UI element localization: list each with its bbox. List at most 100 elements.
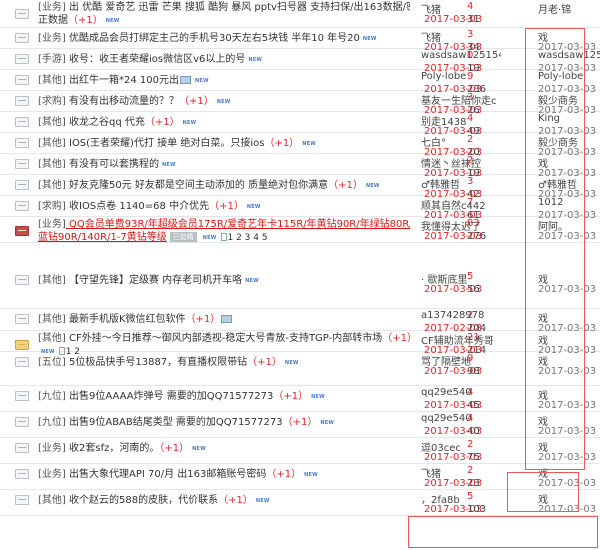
new-badge: NEW — [194, 78, 209, 84]
thread-row[interactable]: [九位] 出售9位ABAB结尾类型 需要的加QQ71577273（+1） NEW q… — [0, 412, 600, 438]
new-badge: NEW — [320, 420, 335, 426]
thread-row[interactable]: [求购] 有没有出移动流量的？？（+1） NEW 基友一生陪你走c 2017-03-0… — [0, 91, 600, 116]
topic-icon — [15, 33, 29, 43]
thread-title-line: [其他] 收龙之谷qq 代充（+1） NEW — [38, 116, 410, 130]
thread-row[interactable]: [其他] 有没有可以套携程的 NEW 情迷丶丝袜控 2017-03-03 2 19 戏 201… — [0, 154, 600, 179]
thread-category[interactable]: [其他] — [38, 275, 66, 286]
thread-title-link[interactable]: 【守望先锋】定级赛 内存老司机开车咯 — [66, 275, 242, 286]
thread-title-link[interactable]: 蓝钻90R/140R/1-7黄钻等级 — [38, 232, 167, 243]
thread-title-link[interactable]: 正数据 — [38, 15, 68, 26]
new-badge: NEW — [192, 446, 206, 452]
thread-row[interactable]: [其他] IOS(王者荣耀)代打 接单 绝对白菜。只接ios（+1） NEW 七白°… — [0, 133, 600, 158]
thread-category[interactable]: [五位] — [38, 357, 66, 368]
thread-row[interactable]: [求购] 收IOS点卷 1140=68 中介优先（+1） NEW 顺其自然c442 2… — [0, 196, 600, 221]
thread-title-line: [其他] 好友克隆50元 好友都是空间主动添加的 质量绝对包你满意（+1） NEW — [38, 179, 410, 193]
thread-title-line: 蓝钻90R/140R/1-7黄钻等级 已加精 NEW 1 2 3 4 5 — [38, 231, 410, 245]
thread-category[interactable]: [其他] — [38, 495, 66, 506]
thread-category[interactable]: [其他] — [38, 75, 66, 86]
thread-row[interactable]: [五位] 5位极品快手号13887，有直播权限带钻（+1） NEW 骂了隔壁地 201… — [0, 352, 600, 386]
topic-icon — [15, 138, 29, 148]
thread-title-line: [五位] 5位极品快手号13887，有直播权限带钻（+1） NEW — [38, 356, 410, 370]
new-badge: NEW — [302, 141, 316, 147]
topic-icon — [15, 201, 29, 211]
rating-plus-badge: （+1） — [247, 357, 282, 368]
thread-category[interactable]: [业务] — [38, 443, 66, 454]
thread-category[interactable]: [其他] — [38, 117, 66, 128]
last-post-author[interactable]: 月老·锦 — [538, 1, 600, 16]
thread-title-link[interactable]: 有没有可以套携程的 — [66, 159, 159, 170]
thread-title-link[interactable]: 好友克隆50元 好友都是空间主动添加的 质量绝对包你满意 — [66, 180, 328, 191]
thread-title-link[interactable]: 出售9位AAAA炸弹号 需要的加QQ71577273 — [66, 391, 273, 402]
reply-count: 4 — [467, 1, 474, 12]
thread-title-link[interactable]: 收IOS点卷 1140=68 中介优先 — [66, 201, 209, 212]
thread-row[interactable]: [九位] 出售9位AAAA炸弹号 需要的加QQ71577273（+1） NEW qq… — [0, 386, 600, 412]
thread-category[interactable]: [其他] — [38, 138, 66, 149]
thread-category[interactable]: [九位] — [38, 417, 66, 428]
folder-icon — [15, 340, 29, 350]
thread-row[interactable]: [其他] 最新手机版K微信红包软件（+1） a137428978 2017-02-0… — [0, 309, 600, 334]
thread-category[interactable]: [业务] — [38, 33, 66, 44]
thread-title-link[interactable]: 优酷成品会员打绑定主己的手机号30天左右5块钱 半年10 年号20 — [66, 33, 360, 44]
thread-row[interactable]: [其他] 收龙之谷qq 代充（+1） NEW 别走1438 2017-03-03 4 49… — [0, 112, 600, 137]
thread-title-link[interactable]: 出售9位ABAB结尾类型 需要的加QQ71577273 — [66, 417, 283, 428]
thread-category[interactable]: [业务] — [38, 469, 66, 480]
thread-title-line: [求购] 有没有出移动流量的？？（+1） NEW — [38, 95, 410, 109]
thread-title-link[interactable]: 有没有出移动流量的？？ — [66, 96, 179, 107]
new-badge: NEW — [216, 99, 231, 105]
thread-title-link[interactable]: QQ会员单费93R/年超级会员175R/爱奇艺年卡115R/年黄钻90R/年绿钻… — [66, 219, 410, 230]
thread-row[interactable]: [手游] 收号：收王者荣耀ios微信区v6以上的号 NEW wasdsaw12515… — [0, 49, 600, 74]
thread-title-link[interactable]: 5位极品快手号13887，有直播权限带钻 — [66, 357, 247, 368]
thread-title-line: [手游] 收号：收王者荣耀ios微信区v6以上的号 NEW — [38, 53, 410, 67]
thread-category[interactable]: [其他] — [38, 314, 66, 325]
topic-icon — [15, 180, 29, 190]
thread-category[interactable]: [九位] — [38, 391, 66, 402]
thread-category[interactable]: [求购] — [38, 201, 66, 212]
thread-title-link[interactable]: 收龙之谷qq 代充 — [66, 117, 145, 128]
thread-title-link[interactable]: 收2套sfz，河南的。 — [66, 443, 159, 454]
topic-icon — [15, 469, 29, 479]
topic-icon — [15, 443, 29, 453]
rating-plus-badge: （+1） — [179, 96, 214, 107]
thread-title-link[interactable]: CF外挂～今日推荐～御风内部透视-稳定大号青放-支持TGP-内部转市场 — [66, 333, 382, 344]
thread-title-link[interactable]: IOS(王者荣耀)代打 接单 绝对白菜。只接ios — [66, 138, 264, 149]
thread-category[interactable]: [求购] — [38, 96, 66, 107]
thread-title-link[interactable]: 收个赵云的588的皮肤，代价联系 — [66, 495, 218, 506]
thread-row[interactable]: [业务] 优酷成品会员打绑定主己的手机号30天左右5块钱 半年10 年号20 NE… — [0, 28, 600, 53]
thread-category[interactable]: [业务] — [38, 219, 66, 230]
annotation-box-last-post — [525, 28, 585, 470]
thread-row[interactable]: [其他] 好友克隆50元 好友都是空间主动添加的 质量绝对包你满意（+1） NEW… — [0, 175, 600, 200]
thread-row[interactable]: [业务] 收2套sfz，河南的。（+1） NEW 逗03cec 2017-03-03 2… — [0, 438, 600, 464]
thread-category[interactable]: [其他] — [38, 180, 66, 191]
thread-row[interactable]: [业务] 出 优酷 爱奇艺 迅雷 芒果 搜狐 酷狗 暴风 pptv扫号器 支持扫… — [0, 0, 600, 28]
reply-count: 5 — [467, 271, 474, 282]
thread-title-link[interactable]: 收号：收王者荣耀ios微信区v6以上的号 — [66, 54, 245, 65]
topic-icon — [15, 159, 29, 169]
thread-title-link[interactable]: 最新手机版K微信红包软件 — [66, 314, 186, 325]
thread-title-line: [其他] 【守望先锋】定级赛 内存老司机开车咯 NEW — [38, 274, 410, 288]
thread-row[interactable]: [其他] 出红牛一箱*24 100元出 NEW Poly-lobe 2017-03-0… — [0, 70, 600, 95]
thread-category[interactable]: [业务] — [38, 2, 66, 13]
thread-category[interactable]: [手游] — [38, 54, 66, 65]
thread-title-link[interactable]: 出售大象代理API 70/月 出163邮箱账号密码 — [66, 469, 266, 480]
thread-row[interactable]: [业务] QQ会员单费93R/年超级会员175R/爱奇艺年卡115R/年黄钻90… — [0, 217, 600, 243]
view-count: 98 — [467, 366, 480, 377]
reply-count: 4 — [467, 413, 474, 424]
rating-plus-badge: （+1） — [209, 201, 244, 212]
thread-title-line: [业务] 优酷成品会员打绑定主己的手机号30天左右5块钱 半年10 年号20 NE… — [38, 32, 410, 46]
thread-title-line: [其他] CF外挂～今日推荐～御风内部透视-稳定大号青放-支持TGP-内部转市场… — [38, 332, 410, 345]
thread-title-link[interactable]: 出红牛一箱*24 100元出 — [66, 75, 179, 86]
view-count: 103 — [467, 504, 487, 515]
rating-plus-badge: （+1） — [159, 443, 190, 454]
page-links[interactable]: 1 2 3 4 5 — [228, 233, 268, 243]
thread-category[interactable]: [其他] — [38, 159, 66, 170]
thread-row[interactable]: [其他] 【守望先锋】定级赛 内存老司机开车咯 NEW · 歇斯底里 2017-03-… — [0, 270, 600, 309]
reply-count: 2 — [467, 465, 474, 476]
thread-title-line: [业务] QQ会员单费93R/年超级会员175R/爱奇艺年卡115R/年黄钻90… — [38, 218, 410, 231]
reply-count: 2 — [467, 310, 474, 321]
thread-title-line: [业务] 出售大象代理API 70/月 出163邮箱账号密码（+1） NEW — [38, 468, 410, 482]
thread-category[interactable]: [其他] — [38, 333, 66, 344]
thread-title-link[interactable]: 出 优酷 爱奇艺 迅雷 芒果 搜狐 酷狗 暴风 pptv扫号器 支持扫保/出16… — [66, 2, 410, 13]
thread-row[interactable]: [其他] CF外挂～今日推荐～御风内部透视-稳定大号青放-支持TGP-内部转市场… — [0, 331, 600, 357]
thread-title-line: [九位] 出售9位ABAB结尾类型 需要的加QQ71577273（+1） NEW — [38, 416, 410, 430]
annotation-box-last-post-lower — [507, 472, 579, 512]
